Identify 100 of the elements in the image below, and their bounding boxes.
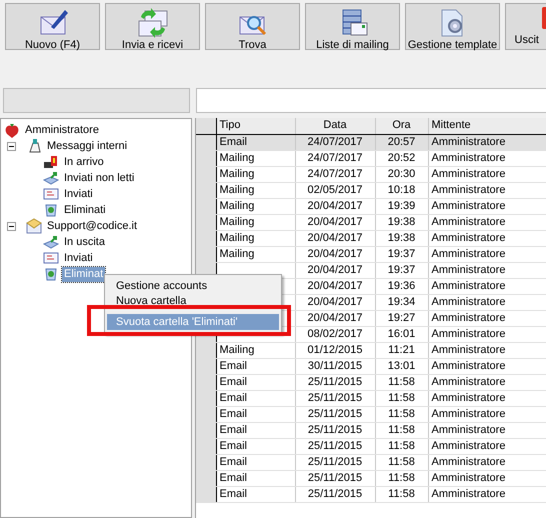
table-cell: Email (216, 438, 295, 454)
table-cell: 20:52 (375, 150, 428, 166)
tree-item[interactable]: Inviati non letti (62, 170, 136, 186)
table-cell[interactable]: 20/04/2017 (295, 294, 375, 310)
table-cell[interactable]: 24/07/2017 (295, 134, 375, 150)
menu-item[interactable]: Gestione accounts (107, 278, 279, 294)
table-cell: 11:21 (375, 342, 428, 358)
tree-item[interactable]: Amministratore (23, 122, 101, 138)
table-cell: 19:37 (375, 262, 428, 278)
table-cell[interactable]: 25/11/2015 (295, 438, 375, 454)
table-cell: Amministratore (428, 262, 546, 278)
tree-item[interactable]: Eliminati (62, 202, 108, 218)
table-cell: Email (216, 406, 295, 422)
table-cell: Amministratore (428, 230, 546, 246)
table-cell: Amministratore (428, 374, 546, 390)
table-cell: Amministratore (428, 294, 546, 310)
table-cell: Amministratore (428, 150, 546, 166)
table-cell: Amministratore (428, 390, 546, 406)
tree-item[interactable]: In uscita (62, 234, 107, 250)
table-cell: Amministratore (428, 310, 546, 326)
table-cell[interactable]: 25/11/2015 (295, 454, 375, 470)
table-cell: Mailing (216, 342, 295, 358)
table-cell: Mailing (216, 214, 295, 230)
table-cell[interactable]: 20/04/2017 (295, 214, 375, 230)
tree-item[interactable]: In arrivo (62, 154, 106, 170)
table-cell[interactable]: 30/11/2015 (295, 358, 375, 374)
table-cell[interactable]: 25/11/2015 (295, 486, 375, 502)
table-cell: 11:58 (375, 422, 428, 438)
table-cell: Amministratore (428, 358, 546, 374)
table-cell: Email (216, 390, 295, 406)
table-cell: Email (216, 422, 295, 438)
table-cell: 19:37 (375, 246, 428, 262)
toolbar-button[interactable]: Trova (205, 3, 300, 50)
table-cell[interactable]: 20/04/2017 (295, 262, 375, 278)
table-cell[interactable]: 25/11/2015 (295, 374, 375, 390)
toolbar-button[interactable]: Invia e ricevi (105, 3, 200, 50)
table-cell: Mailing (216, 182, 295, 198)
table-cell: 11:58 (375, 438, 428, 454)
table-cell: 16:01 (375, 326, 428, 342)
table-cell: Email (216, 374, 295, 390)
table-cell[interactable]: 25/11/2015 (295, 470, 375, 486)
table-cell: Amministratore (428, 278, 546, 294)
menu-item[interactable]: Nuova cartella (107, 294, 279, 308)
table-cell: 11:58 (375, 454, 428, 470)
table-cell: Email (216, 358, 295, 374)
table-cell: Email (216, 454, 295, 470)
table-cell: Email (216, 134, 295, 150)
table-cell: Amministratore (428, 342, 546, 358)
tree-item[interactable]: Support@codice.it (45, 218, 140, 234)
table-cell: Amministratore (428, 438, 546, 454)
table-cell: Amministratore (428, 166, 546, 182)
table-cell: Amministratore (428, 470, 546, 486)
table-cell: Mailing (216, 150, 295, 166)
table-cell: Mailing (216, 166, 295, 182)
table-cell: 19:34 (375, 294, 428, 310)
table-cell[interactable]: 20/04/2017 (295, 198, 375, 214)
table-cell[interactable]: 24/07/2017 (295, 150, 375, 166)
table-cell[interactable]: 20/04/2017 (295, 278, 375, 294)
table-cell[interactable]: 01/12/2015 (295, 342, 375, 358)
column-header[interactable]: Mittente (428, 118, 546, 134)
table-cell: Mailing (216, 198, 295, 214)
column-header[interactable]: Tipo (216, 118, 295, 134)
table-cell: Amministratore (428, 454, 546, 470)
table-cell: Amministratore (428, 214, 546, 230)
table-cell[interactable]: 24/07/2017 (295, 166, 375, 182)
table-cell: 11:58 (375, 406, 428, 422)
table-cell: 19:36 (375, 278, 428, 294)
column-header[interactable]: Ora (375, 118, 428, 134)
collapse-icon[interactable] (7, 142, 16, 150)
table-cell: 20:30 (375, 166, 428, 182)
table-cell: Amministratore (428, 422, 546, 438)
table-cell: 11:58 (375, 486, 428, 502)
toolbar-button[interactable]: Nuovo (F4) (5, 3, 100, 50)
tree-item[interactable]: Messaggi interni (45, 138, 130, 154)
table-cell: Amministratore (428, 182, 546, 198)
table-cell: Amministratore (428, 134, 546, 150)
toolbar-button[interactable]: Uscit (505, 3, 546, 50)
table-cell[interactable]: 08/02/2017 (295, 326, 375, 342)
table-cell: 11:58 (375, 390, 428, 406)
table-cell: 13:01 (375, 358, 428, 374)
table-cell[interactable]: 02/05/2017 (295, 182, 375, 198)
toolbar-button[interactable]: Gestione template (405, 3, 500, 50)
tree-item[interactable]: Inviati (62, 250, 95, 266)
table-cell: 11:58 (375, 374, 428, 390)
tree-item[interactable]: Inviati (62, 186, 95, 202)
table-cell[interactable]: 25/11/2015 (295, 390, 375, 406)
table-cell[interactable]: 20/04/2017 (295, 310, 375, 326)
table-cell: 10:18 (375, 182, 428, 198)
column-header[interactable]: Data (295, 118, 375, 134)
table-cell[interactable]: 25/11/2015 (295, 406, 375, 422)
table-cell: Email (216, 470, 295, 486)
table-cell[interactable]: 20/04/2017 (295, 246, 375, 262)
table-cell: Amministratore (428, 246, 546, 262)
search-field[interactable] (196, 88, 546, 113)
collapse-icon[interactable] (7, 222, 16, 230)
table-cell[interactable]: 20/04/2017 (295, 230, 375, 246)
toolbar-button[interactable]: Liste di mailing (305, 3, 400, 50)
table-cell: Amministratore (428, 406, 546, 422)
table-cell[interactable]: 25/11/2015 (295, 422, 375, 438)
table-cell: Amministratore (428, 326, 546, 342)
